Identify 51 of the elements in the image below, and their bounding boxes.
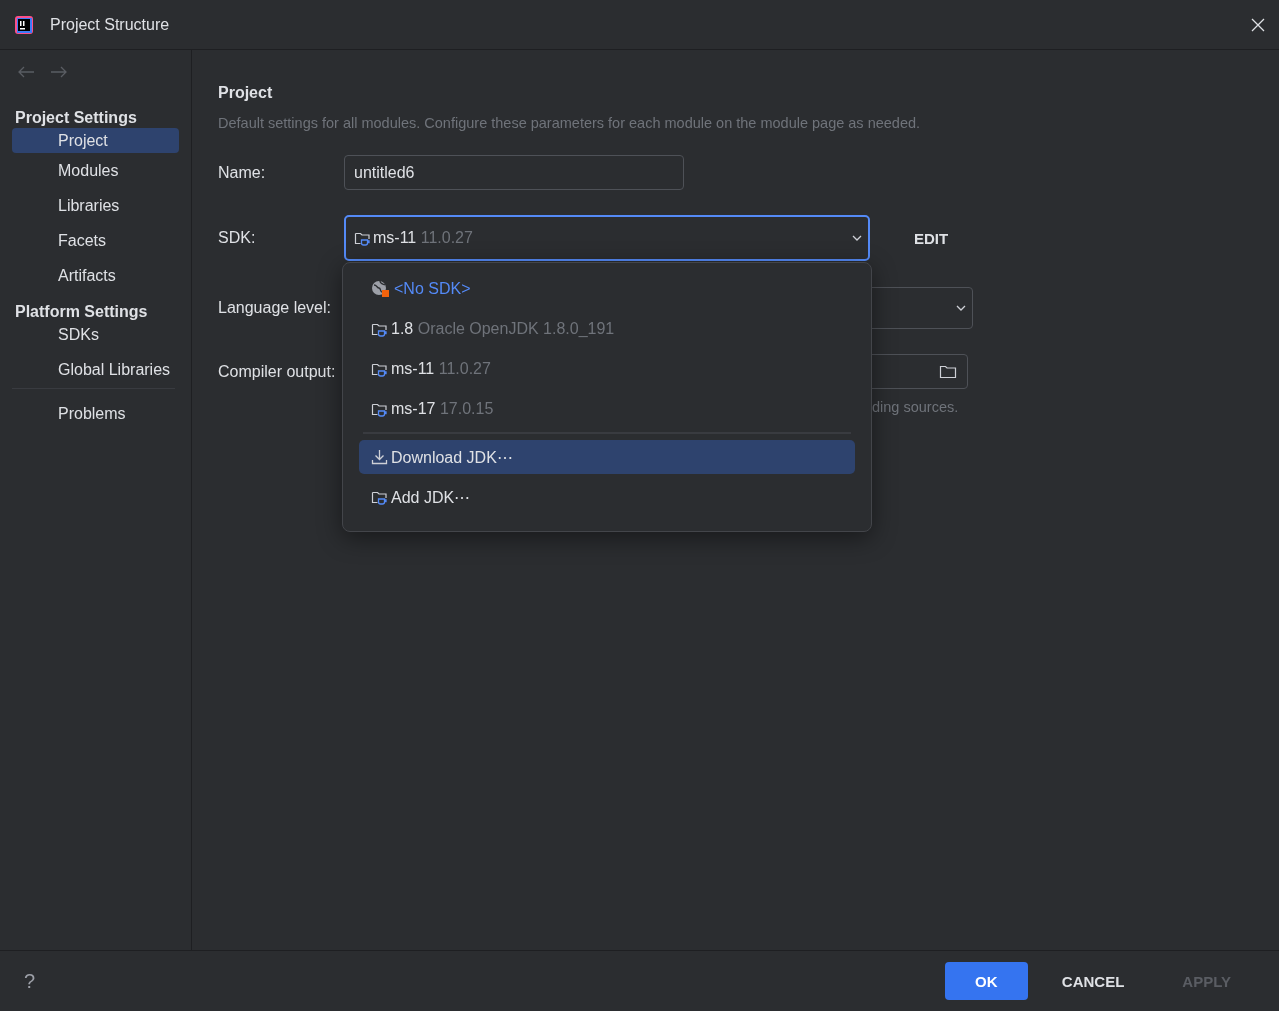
sidebar-item[interactable]: Facets <box>12 228 179 253</box>
globe-icon <box>371 280 391 298</box>
item-label: <No SDK> <box>394 280 471 298</box>
field-label: Language level: <box>218 299 332 317</box>
dropdown-item[interactable]: Add JDK⋯ <box>359 480 855 514</box>
folder-cup-icon <box>371 361 388 377</box>
folder-icon <box>939 364 957 379</box>
name-field[interactable]: untitled6 <box>344 155 684 190</box>
dropdown-item[interactable]: <No SDK> <box>359 272 855 306</box>
sidebar-item[interactable]: Artifacts <box>12 263 179 288</box>
dialog-button[interactable]: OK <box>944 962 1028 1000</box>
window-title: Project Structure <box>50 15 171 34</box>
chevron-down-icon <box>852 235 862 241</box>
hint-text: ding sources. <box>872 399 960 415</box>
sdk-dropdown[interactable]: ms-11 11.0.27 <box>344 215 870 261</box>
folder-cup-icon <box>354 230 371 246</box>
folder-cup-icon <box>371 489 388 505</box>
field-label: Compiler output: <box>218 362 337 381</box>
forward-arrow-icon <box>50 66 68 78</box>
description: Default settings for all modules. Configure these parameters for each module on the module page as needed. <box>218 115 922 131</box>
section-heading: Project Settings <box>14 108 138 128</box>
sidebar-item[interactable]: Libraries <box>12 193 179 218</box>
chevron-down-icon <box>956 305 966 311</box>
section-title: Project <box>218 84 274 103</box>
dropdown-item[interactable]: Download JDK⋯ <box>359 440 855 474</box>
sidebar-item[interactable]: Project <box>12 128 179 153</box>
dialog-button[interactable]: CANCEL <box>1037 962 1149 1000</box>
sidebar-item[interactable]: Modules <box>12 158 179 183</box>
sidebar-item[interactable]: Problems <box>12 401 179 426</box>
edit-button[interactable]: EDIT <box>904 225 959 251</box>
item-label: Download JDK⋯ <box>391 447 513 467</box>
sidebar-item[interactable]: SDKs <box>12 322 179 347</box>
field-label: Name: <box>218 163 267 182</box>
item-label: 1.8 Oracle OpenJDK 1.8.0_191 <box>391 320 615 338</box>
section-heading: Platform Settings <box>14 302 149 322</box>
sidebar-item[interactable]: Global Libraries <box>12 357 179 382</box>
download-icon <box>371 449 388 465</box>
item-label: ms-11 11.0.27 <box>391 360 491 378</box>
field-label: SDK: <box>218 229 257 247</box>
item-label: ms-17 17.0.15 <box>391 400 494 418</box>
close-icon <box>1251 17 1265 32</box>
sdk-value: ms-11 11.0.27 <box>373 229 474 247</box>
dropdown-item[interactable]: ms-11 11.0.27 <box>359 352 855 386</box>
help-button[interactable]: ? <box>24 969 945 993</box>
dropdown-item[interactable]: 1.8 Oracle OpenJDK 1.8.0_191 <box>359 312 855 346</box>
folder-cup-icon <box>371 321 388 337</box>
app-logo-icon <box>14 14 34 35</box>
dropdown-item[interactable]: ms-17 17.0.15 <box>359 392 855 426</box>
back-arrow-icon <box>17 66 35 78</box>
item-label: Add JDK⋯ <box>391 487 471 507</box>
folder-cup-icon <box>371 401 388 417</box>
